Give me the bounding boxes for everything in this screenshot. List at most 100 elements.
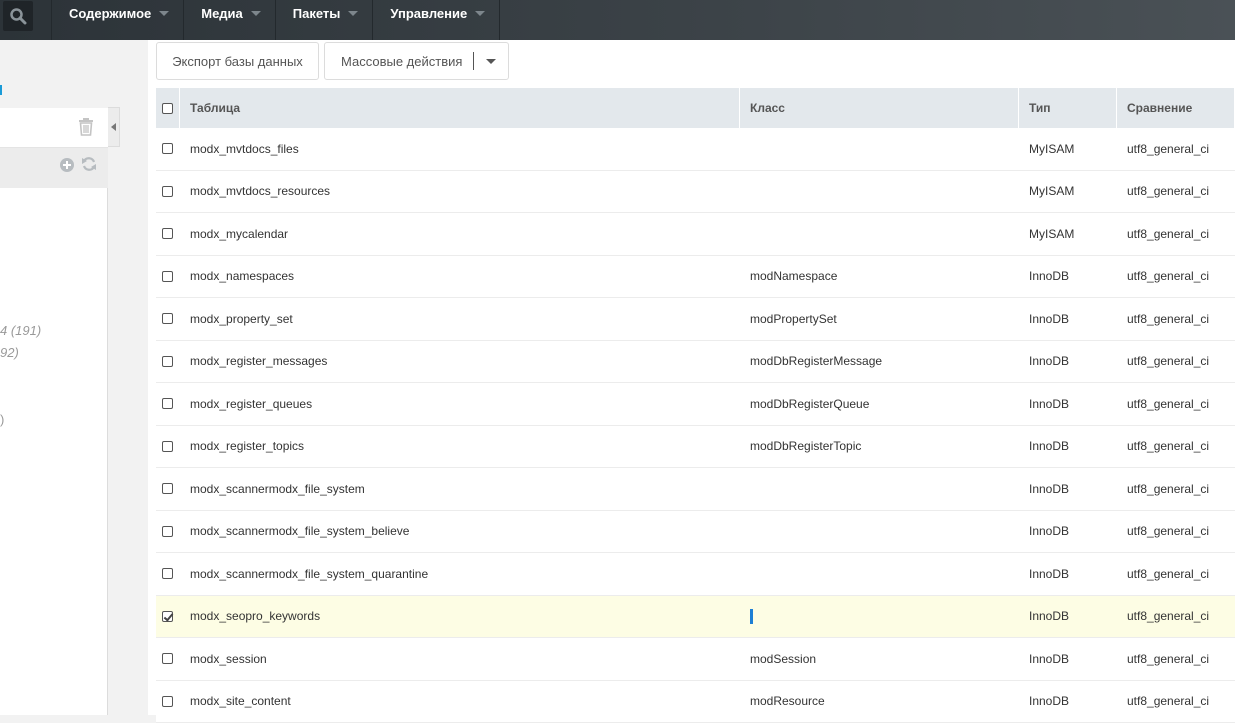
tables-grid: Таблица Класс Тип Сравнение modx_mvtdocs… (156, 88, 1235, 723)
cell-class (740, 553, 1019, 595)
table-row[interactable]: modx_mycalendarMyISAMutf8_general_ci (156, 213, 1235, 256)
row-checkbox-cell[interactable] (156, 638, 180, 680)
table-row[interactable]: modx_namespacesmodNamespaceInnoDButf8_ge… (156, 256, 1235, 299)
cell-type: InnoDB (1019, 298, 1117, 340)
search-icon (9, 7, 27, 25)
cell-table-name: modx_seopro_keywords (180, 596, 740, 638)
menu-media[interactable]: Медиа (183, 0, 275, 40)
main-menu: Содержимое Медиа Пакеты Управление (51, 0, 500, 40)
menu-packages-label: Пакеты (293, 6, 341, 21)
row-checkbox[interactable] (162, 526, 173, 537)
chevron-down-icon (251, 11, 261, 16)
table-row[interactable]: modx_seopro_keywordsInnoDButf8_general_c… (156, 596, 1235, 639)
select-all-checkbox[interactable] (162, 103, 173, 114)
table-row[interactable]: modx_sessionmodSessionInnoDButf8_general… (156, 638, 1235, 681)
row-checkbox[interactable] (162, 568, 173, 579)
bulk-actions-button[interactable]: Массовые действия (324, 42, 509, 80)
cell-table-name: modx_session (180, 638, 740, 680)
text-cursor (750, 609, 753, 624)
cell-collation: utf8_general_ci (1117, 171, 1235, 213)
row-checkbox[interactable] (162, 271, 173, 282)
cell-table-name: modx_site_content (180, 681, 740, 723)
row-checkbox[interactable] (162, 611, 173, 622)
menu-content[interactable]: Содержимое (51, 0, 183, 40)
table-row[interactable]: modx_site_contentmodResourceInnoDButf8_g… (156, 681, 1235, 723)
row-checkbox-cell[interactable] (156, 383, 180, 425)
menu-manage[interactable]: Управление (372, 0, 500, 40)
column-header-collation[interactable]: Сравнение (1117, 88, 1235, 128)
cell-class: modDbRegisterTopic (740, 426, 1019, 468)
menu-packages[interactable]: Пакеты (275, 0, 373, 40)
cell-class: modNamespace (740, 256, 1019, 298)
chevron-down-icon (475, 11, 485, 16)
cell-collation: utf8_general_ci (1117, 256, 1235, 298)
row-checkbox-cell[interactable] (156, 128, 180, 170)
table-row[interactable]: modx_scannermodx_file_systemInnoDButf8_g… (156, 468, 1235, 511)
table-row[interactable]: modx_property_setmodPropertySetInnoDButf… (156, 298, 1235, 341)
cell-table-name: modx_namespaces (180, 256, 740, 298)
row-checkbox[interactable] (162, 186, 173, 197)
row-checkbox-cell[interactable] (156, 213, 180, 255)
bulk-actions-label: Массовые действия (341, 54, 462, 69)
cell-table-name: modx_scannermodx_file_system_quarantine (180, 553, 740, 595)
column-header-class[interactable]: Класс (740, 88, 1019, 128)
export-database-label: Экспорт базы данных (172, 54, 303, 69)
grid-header: Таблица Класс Тип Сравнение (156, 88, 1235, 128)
cell-class: modPropertySet (740, 298, 1019, 340)
row-checkbox-cell[interactable] (156, 596, 180, 638)
cell-class (740, 128, 1019, 170)
cell-collation: utf8_general_ci (1117, 511, 1235, 553)
row-checkbox-cell[interactable] (156, 341, 180, 383)
row-checkbox-cell[interactable] (156, 298, 180, 340)
table-row[interactable]: modx_mvtdocs_filesMyISAMutf8_general_ci (156, 128, 1235, 171)
row-checkbox-cell[interactable] (156, 511, 180, 553)
row-checkbox-cell[interactable] (156, 256, 180, 298)
refresh-icon[interactable] (81, 156, 97, 172)
tree-node-count: ) (0, 412, 4, 427)
cell-type: InnoDB (1019, 341, 1117, 383)
table-row[interactable]: modx_scannermodx_file_system_believeInno… (156, 511, 1235, 554)
row-checkbox[interactable] (162, 228, 173, 239)
table-row[interactable]: modx_register_queuesmodDbRegisterQueueIn… (156, 383, 1235, 426)
collapse-panel-handle[interactable] (108, 107, 120, 147)
cell-class (740, 213, 1019, 255)
cell-type: InnoDB (1019, 256, 1117, 298)
table-row[interactable]: modx_register_topicsmodDbRegisterTopicIn… (156, 426, 1235, 469)
row-checkbox[interactable] (162, 483, 173, 494)
resource-tree-panel: 4 (191) 92) ) (0, 40, 108, 715)
menu-manage-label: Управление (390, 6, 467, 21)
cell-collation: utf8_general_ci (1117, 638, 1235, 680)
main-content: Экспорт базы данных Массовые действия Та… (148, 40, 1235, 715)
tree-node-count: 4 (191) (0, 323, 41, 338)
chevron-down-icon[interactable] (486, 59, 496, 64)
add-circle-icon[interactable] (59, 157, 75, 173)
menu-media-label: Медиа (201, 6, 243, 21)
trash-icon[interactable] (78, 118, 94, 136)
row-checkbox[interactable] (162, 356, 173, 367)
row-checkbox[interactable] (162, 143, 173, 154)
row-checkbox-cell[interactable] (156, 468, 180, 510)
cell-class (740, 468, 1019, 510)
row-checkbox[interactable] (162, 653, 173, 664)
table-row[interactable]: modx_mvtdocs_resourcesMyISAMutf8_general… (156, 171, 1235, 214)
table-row[interactable]: modx_scannermodx_file_system_quarantineI… (156, 553, 1235, 596)
cell-collation: utf8_general_ci (1117, 553, 1235, 595)
row-checkbox[interactable] (162, 398, 173, 409)
row-checkbox[interactable] (162, 313, 173, 324)
cell-collation: utf8_general_ci (1117, 298, 1235, 340)
cell-type: MyISAM (1019, 213, 1117, 255)
select-all-cell[interactable] (156, 88, 180, 128)
row-checkbox-cell[interactable] (156, 553, 180, 595)
cell-collation: utf8_general_ci (1117, 681, 1235, 723)
search-button[interactable] (3, 1, 33, 31)
column-header-table[interactable]: Таблица (180, 88, 740, 128)
row-checkbox-cell[interactable] (156, 426, 180, 468)
row-checkbox-cell[interactable] (156, 681, 180, 723)
column-header-type[interactable]: Тип (1019, 88, 1117, 128)
row-checkbox[interactable] (162, 696, 173, 707)
row-checkbox-cell[interactable] (156, 171, 180, 213)
top-navigation-bar: Содержимое Медиа Пакеты Управление (0, 0, 1235, 40)
export-database-button[interactable]: Экспорт базы данных (156, 42, 319, 80)
table-row[interactable]: modx_register_messagesmodDbRegisterMessa… (156, 341, 1235, 384)
row-checkbox[interactable] (162, 441, 173, 452)
